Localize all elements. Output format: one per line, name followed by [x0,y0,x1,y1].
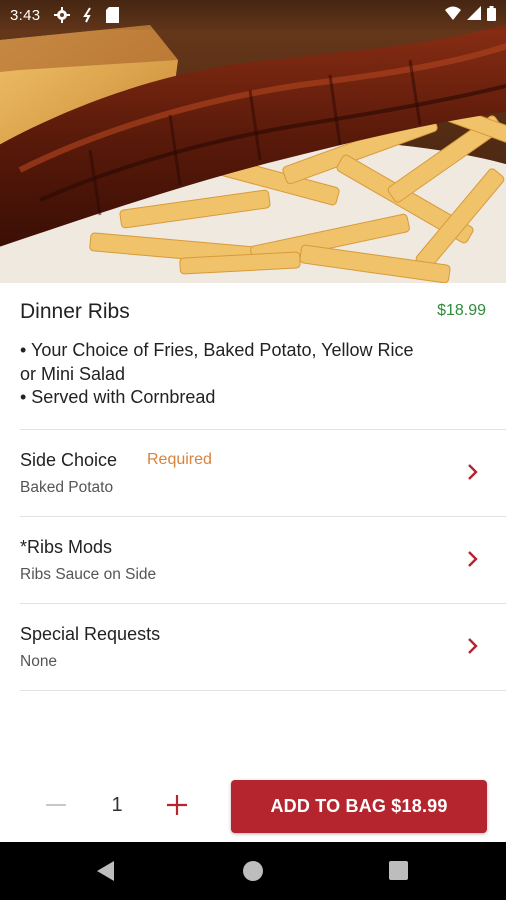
battery-icon [487,5,496,25]
option-title: *Ribs Mods [20,537,113,557]
option-row-side-choice[interactable]: Side Choice Required Baked Potato [20,430,506,516]
chevron-right-icon [468,638,478,654]
chevron-right-icon [468,551,478,567]
gear-icon [54,7,71,23]
option-value: Ribs Sauce on Side [20,566,157,583]
chevron-right-icon [468,464,478,480]
item-header: Dinner Ribs $18.99 [20,300,486,324]
option-value: Baked Potato [20,479,114,496]
recents-icon[interactable] [389,861,408,880]
description-line: • Your Choice of Fries, Baked Potato, Ye… [20,340,414,360]
wifi-icon [445,6,461,24]
item-description: • Your Choice of Fries, Baked Potato, Ye… [20,339,490,410]
required-badge: Required [147,451,212,468]
cell-signal-icon [467,6,481,24]
divider [20,690,506,691]
back-icon[interactable] [97,861,115,881]
description-line: or Mini Salad [20,363,126,384]
item-title: Dinner Ribs [20,300,130,323]
description-line: • Served with Cornbread [20,387,216,407]
option-value: None [20,653,58,670]
item-price: $18.99 [437,302,486,319]
quantity-value: 1 [111,794,123,816]
item-photo [0,0,506,283]
sync-icon [82,7,94,23]
home-icon[interactable] [243,861,263,881]
decrease-quantity-button[interactable] [44,793,68,817]
sd-card-icon [106,7,120,23]
option-title: Side Choice [20,450,118,470]
status-time: 3:43 [10,6,41,24]
navigation-bar [0,842,506,900]
add-to-bag-label: ADD TO BAG $18.99 [270,796,448,816]
status-bar: 3:43 [0,0,506,30]
increase-quantity-button[interactable] [165,793,189,817]
add-to-bag-button[interactable]: ADD TO BAG $18.99 [231,780,487,833]
option-title: Special Requests [20,624,161,644]
option-row-special-requests[interactable]: Special Requests None [20,604,506,690]
option-row-ribs-mods[interactable]: *Ribs Mods Ribs Sauce on Side [20,517,506,603]
